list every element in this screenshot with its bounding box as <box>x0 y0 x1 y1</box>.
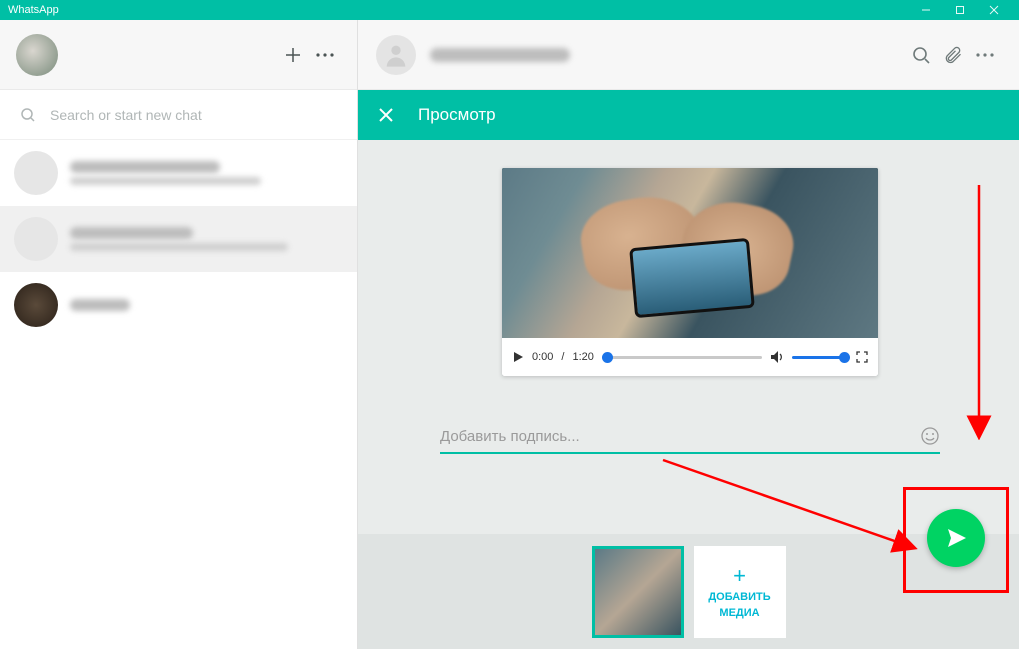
chat-menu-button[interactable] <box>969 39 1001 71</box>
video-frame <box>502 168 878 338</box>
window-minimize-button[interactable] <box>909 0 943 20</box>
video-player[interactable]: 0:00 / 1:20 <box>502 168 878 376</box>
chat-list <box>0 140 357 649</box>
fullscreen-icon[interactable] <box>856 351 868 363</box>
add-media-label-1: ДОБАВИТЬ <box>708 591 770 603</box>
add-media-label-2: МЕДИА <box>719 607 759 619</box>
add-media-button[interactable]: + ДОБАВИТЬ МЕДИА <box>694 546 786 638</box>
sidebar-header <box>0 20 357 90</box>
chat-header <box>358 20 1019 90</box>
preview-title: Просмотр <box>418 105 496 125</box>
main-panel: Просмотр 0:00 / 1:20 <box>358 20 1019 649</box>
chat-item[interactable] <box>0 272 357 338</box>
chat-item[interactable] <box>0 206 357 272</box>
chat-avatar <box>14 217 58 261</box>
window-close-button[interactable] <box>977 0 1011 20</box>
send-button[interactable] <box>927 509 985 567</box>
caption-row <box>440 420 940 454</box>
profile-avatar[interactable] <box>16 34 58 76</box>
app-name: WhatsApp <box>8 4 59 16</box>
media-thumbnail[interactable] <box>592 546 684 638</box>
attach-button[interactable] <box>937 39 969 71</box>
seek-slider[interactable] <box>602 356 762 359</box>
sidebar <box>0 20 358 649</box>
preview-body: 0:00 / 1:20 <box>358 140 1019 649</box>
video-time-current: 0:00 <box>532 351 553 363</box>
emoji-icon[interactable] <box>920 426 940 446</box>
volume-icon[interactable] <box>770 350 784 364</box>
preview-header: Просмотр <box>358 90 1019 140</box>
search-input[interactable] <box>50 107 337 123</box>
window-maximize-button[interactable] <box>943 0 977 20</box>
search-icon <box>20 107 36 123</box>
play-icon[interactable] <box>512 351 524 363</box>
chat-item[interactable] <box>0 140 357 206</box>
caption-input[interactable] <box>440 428 920 445</box>
video-controls: 0:00 / 1:20 <box>502 338 878 376</box>
new-chat-button[interactable] <box>277 39 309 71</box>
video-time-duration: 1:20 <box>572 351 593 363</box>
contact-name <box>430 48 570 62</box>
annotation-arrow-icon <box>961 180 1001 440</box>
media-thumbnails: + ДОБАВИТЬ МЕДИА <box>358 534 1019 649</box>
window-titlebar: WhatsApp <box>0 0 1019 20</box>
chat-avatar <box>14 283 58 327</box>
menu-button[interactable] <box>309 39 341 71</box>
header-search-button[interactable] <box>905 39 937 71</box>
volume-slider[interactable] <box>792 356 848 359</box>
chat-avatar <box>14 151 58 195</box>
search-row <box>0 90 357 140</box>
close-preview-button[interactable] <box>378 107 394 123</box>
plus-icon: + <box>733 565 746 587</box>
contact-avatar[interactable] <box>376 35 416 75</box>
